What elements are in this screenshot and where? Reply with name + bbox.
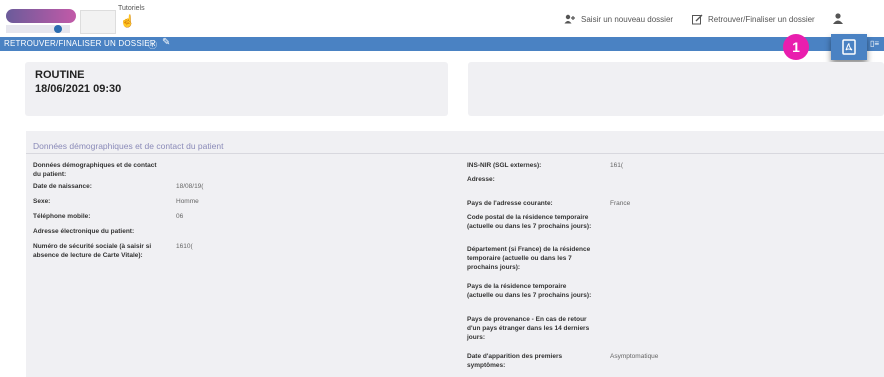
field-label: INS-NIR (SGL externes): bbox=[467, 162, 542, 169]
tutorials-link[interactable]: Tutoriels bbox=[118, 5, 145, 12]
edit-icon bbox=[692, 14, 703, 25]
field-label: Téléphone mobile: bbox=[33, 213, 91, 220]
field-label: Sexe: bbox=[33, 198, 51, 205]
field-label: Données démographiques et de contact du … bbox=[33, 162, 157, 178]
user-account-icon[interactable] bbox=[833, 13, 843, 24]
demographics-section: Données démographiques et de contact du … bbox=[26, 131, 884, 377]
ssn-value: 1610( bbox=[176, 243, 193, 250]
page-toolbar: RETROUVER/FINALISER UN DOSSIER ⓘ ✎ bbox=[0, 37, 884, 51]
pdf-icon bbox=[842, 39, 856, 55]
field-label: Numéro de sécurité sociale (à saisir si … bbox=[33, 243, 152, 259]
field-label: Pays de provenance - En cas de retour d'… bbox=[467, 316, 590, 341]
section-title: Données démographiques et de contact du … bbox=[33, 141, 224, 151]
new-file-link[interactable]: Saisir un nouveau dossier bbox=[564, 14, 673, 24]
field-label: Pays de l'adresse courante: bbox=[467, 200, 553, 207]
field-label: Pays de la résidence temporaire (actuell… bbox=[467, 283, 592, 299]
find-file-link[interactable]: Retrouver/Finaliser un dossier bbox=[692, 14, 815, 25]
mobile-value: 06 bbox=[176, 213, 184, 220]
secondary-panel bbox=[468, 62, 884, 116]
field-label: Code postal de la résidence temporaire (… bbox=[467, 214, 592, 230]
hand-pointer-icon[interactable]: ☝ bbox=[120, 14, 135, 28]
sex-value: Homme bbox=[176, 198, 199, 205]
new-file-label: Saisir un nouveau dossier bbox=[581, 14, 674, 24]
ministere-logo bbox=[80, 10, 116, 34]
symptoms-date-value: Asymptomatique bbox=[610, 353, 659, 360]
field-label: Adresse: bbox=[467, 176, 495, 183]
step-badge: 1 bbox=[783, 34, 809, 60]
find-file-label: Retrouver/Finaliser un dossier bbox=[708, 15, 815, 24]
attachment-icon[interactable]: ✎ bbox=[162, 37, 170, 48]
field-label: Date d'apparition des premiers symptômes… bbox=[467, 353, 563, 369]
consultation-datetime: 18/06/2021 09:30 bbox=[35, 83, 122, 95]
field-label: Département (si France) de la résidence … bbox=[467, 246, 591, 271]
info-icon[interactable]: ⓘ bbox=[148, 38, 157, 51]
summary-info: ROUTINE 18/06/2021 09:30 bbox=[35, 68, 121, 96]
export-pdf-button[interactable] bbox=[831, 34, 867, 60]
top-header: Tutoriels ☝ Saisir un nouveau dossier Re… bbox=[0, 0, 884, 37]
sante-publique-mark bbox=[54, 25, 62, 33]
covid-app-logo bbox=[6, 9, 76, 23]
country-value: France bbox=[610, 200, 631, 207]
birthdate-value: 18/08/19( bbox=[176, 183, 204, 190]
add-user-icon bbox=[564, 14, 575, 24]
field-label: Date de naissance: bbox=[33, 183, 92, 190]
consultation-type: ROUTINE bbox=[35, 69, 85, 81]
side-menu-icon[interactable]: ▯≡ bbox=[870, 39, 879, 48]
field-label: Adresse électronique du patient: bbox=[33, 228, 135, 235]
ins-nir-value: 161( bbox=[610, 162, 624, 169]
page-title: RETROUVER/FINALISER UN DOSSIER bbox=[4, 39, 156, 48]
section-divider bbox=[26, 153, 884, 154]
